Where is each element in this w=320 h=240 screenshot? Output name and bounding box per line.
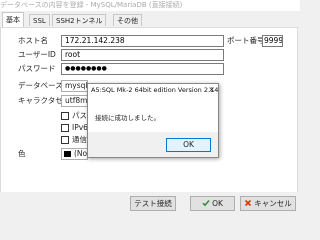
color-combo[interactable]: (None [61, 148, 97, 160]
success-dialog: A5:SQL Mk-2 64bit edition Version 2.14.5… [87, 83, 219, 158]
tab-basic[interactable]: 基本 [2, 12, 24, 27]
check-icon [202, 198, 210, 207]
test-connection-button[interactable]: テスト接続 [130, 196, 176, 211]
tab-ssl[interactable]: SSL [29, 14, 50, 26]
port-input[interactable]: 9999 [262, 35, 283, 47]
database-label: データベース [18, 81, 63, 90]
cancel-x-icon [244, 198, 252, 207]
dialog-ok-button[interactable]: OK [166, 138, 211, 152]
option-checkbox-2[interactable] [61, 124, 69, 132]
color-swatch [64, 151, 71, 157]
tab-strip: 基本 SSL SSH2トンネル その他 [0, 11, 300, 27]
database-combo[interactable]: mysql [61, 80, 88, 92]
tab-other[interactable]: その他 [113, 14, 142, 26]
option-checkbox-3[interactable] [61, 136, 69, 144]
ok-button-label: OK [212, 199, 223, 208]
dialog-footer: OK [88, 132, 218, 157]
host-label: ホスト名 [18, 36, 48, 45]
window-title: データベースの内容を登録 - MySQL/MariaDB (直接接続) [0, 0, 300, 11]
port-label: ポート番号 [227, 36, 265, 45]
color-label: 色 [18, 149, 26, 158]
cancel-button[interactable]: キャンセル [240, 196, 296, 211]
dialog-close-button[interactable]: × [208, 84, 215, 96]
charset-combo[interactable]: utf8mb4 [61, 95, 97, 107]
user-input[interactable]: root [61, 49, 224, 61]
cancel-button-label: キャンセル [254, 199, 292, 208]
dialog-title: A5:SQL Mk-2 64bit edition Version 2.14.5 [91, 86, 218, 94]
password-input[interactable]: ●●●●●●●● [61, 63, 224, 75]
option-checkbox-1[interactable] [61, 112, 69, 120]
button-bar: テスト接続 OK キャンセル [0, 192, 300, 219]
dialog-message: 接続に成功しました。 [95, 114, 160, 122]
password-label: パスワード [18, 64, 56, 73]
host-input[interactable]: 172.21.142.238 [61, 35, 224, 47]
user-label: ユーザーID [18, 50, 56, 59]
ok-button[interactable]: OK [190, 196, 235, 211]
tab-ssh2-tunnel[interactable]: SSH2トンネル [52, 14, 107, 26]
